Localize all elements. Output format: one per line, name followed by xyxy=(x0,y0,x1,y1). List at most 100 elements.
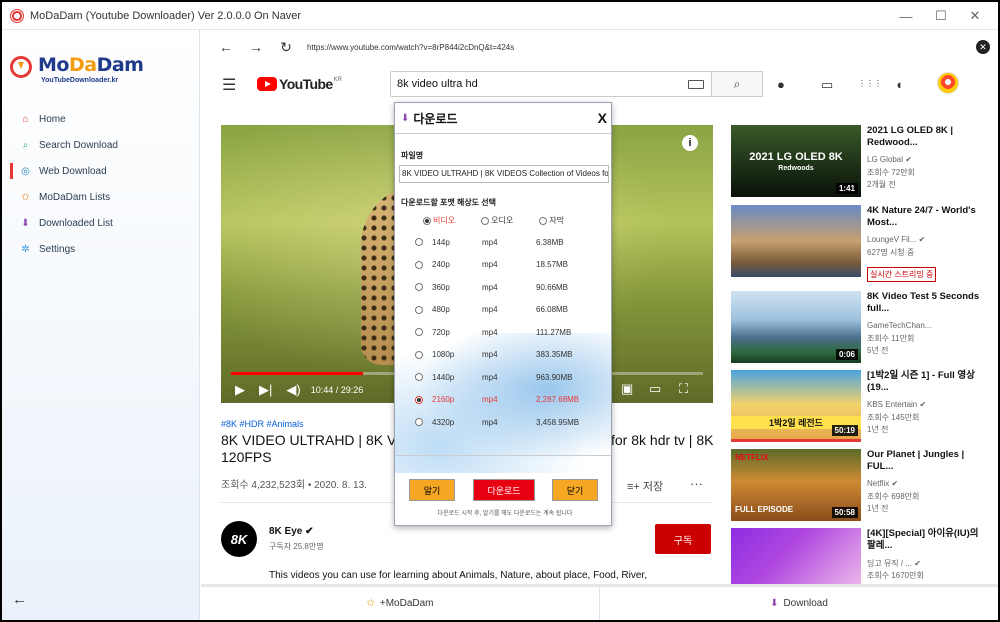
next-icon[interactable]: ▶| xyxy=(259,382,272,398)
hashtags[interactable]: #8K #HDR #Animals xyxy=(221,419,304,429)
bell-icon[interactable]: ◖ xyxy=(895,77,903,92)
youtube-search-input[interactable]: 8k video ultra hd xyxy=(390,71,712,97)
download-icon: ⬇ xyxy=(770,598,779,609)
related-title: [1박2일 시즌 1] - Full 영상 (19... xyxy=(867,370,975,393)
radio-button[interactable] xyxy=(415,373,423,382)
keyboard-icon[interactable] xyxy=(688,80,704,89)
youtube-header: ☰ YouTube KR 8k video ultra hd ⌕ ● ▭ ⋮⋮⋮… xyxy=(201,64,998,104)
more-options-icon[interactable]: ··· xyxy=(690,476,703,491)
sidebar-nav: ⌂ Home ⌕ Search Download ◎ Web Download ✩ MoDaD… xyxy=(10,106,195,262)
related-video[interactable]: 4K Nature 24/7 - World's Most... LoungeV… xyxy=(731,205,981,282)
youtube-search-button[interactable]: ⌕ xyxy=(711,71,763,97)
miniplayer-icon[interactable]: ▣ xyxy=(621,381,633,397)
mic-icon[interactable]: ● xyxy=(777,77,785,92)
radio-button[interactable] xyxy=(415,305,423,314)
radio-button[interactable] xyxy=(415,350,423,359)
apps-icon[interactable]: ⋮⋮⋮ xyxy=(858,79,882,88)
related-channel: 딩고 뮤직 / ... ✔ xyxy=(867,559,921,568)
play-icon[interactable]: ▶ xyxy=(235,382,245,398)
filename-field[interactable]: 8K VIDEO ULTRAHD | 8K VIDEOS Collection … xyxy=(399,165,609,183)
resolution-format: mp4 xyxy=(482,395,498,405)
related-video[interactable]: NETFLIX FULL EPISODE 50:58 Our Planet | … xyxy=(731,449,981,525)
video-thumbnail[interactable]: 0:06 xyxy=(731,291,861,363)
download-dialog: ⬇ 다운로드 X 파일명 8K VIDEO ULTRAHD | 8K VIDEO… xyxy=(394,102,612,526)
resolution-row[interactable]: 1440p mp4 963.90MB xyxy=(395,366,611,389)
avatar[interactable] xyxy=(937,72,959,94)
info-button[interactable]: 알기 xyxy=(409,479,455,501)
back-arrow-icon[interactable]: ← xyxy=(12,591,27,608)
radio-button[interactable] xyxy=(415,418,423,427)
related-video[interactable]: [4K][Special] 아이유(IU)의 팔레... 딩고 뮤직 / ...… xyxy=(731,528,981,586)
maximize-button[interactable]: ☐ xyxy=(924,2,958,30)
sidebar-item-home[interactable]: ⌂ Home xyxy=(10,106,195,132)
close-button[interactable]: 닫기 xyxy=(552,479,598,501)
download-list-icon: ⬇ xyxy=(21,217,30,229)
radio-button[interactable] xyxy=(415,395,423,404)
radio-button[interactable] xyxy=(539,216,548,225)
resolution-row[interactable]: 4320p mp4 3,458.95MB xyxy=(395,411,611,434)
download-icon: ⬇ xyxy=(401,112,410,124)
browser-back-button[interactable]: ← xyxy=(211,39,241,55)
browser-reload-button[interactable]: ↻ xyxy=(271,39,301,56)
radio-button[interactable] xyxy=(415,328,423,337)
minimize-button[interactable]: — xyxy=(889,2,923,30)
radio-button[interactable] xyxy=(415,238,423,247)
url-field[interactable]: https://www.youtube.com/watch?v=8rP844i2… xyxy=(307,43,514,52)
related-title: 8K Video Test 5 Seconds full... xyxy=(867,291,980,314)
resolution-row[interactable]: 2160p mp4 2,287.68MB xyxy=(395,389,611,412)
sidebar-item-settings[interactable]: ✲ Settings xyxy=(10,236,195,262)
info-icon[interactable]: i xyxy=(682,135,698,151)
video-thumbnail[interactable]: 2021 LG OLED 8K Redwoods 1:41 xyxy=(731,125,861,197)
gear-icon: ✲ xyxy=(21,243,30,255)
related-age: 2개월 전 xyxy=(867,180,896,189)
video-thumbnail[interactable] xyxy=(731,205,861,277)
browser-forward-button[interactable]: → xyxy=(241,39,271,55)
close-page-button[interactable]: ✕ xyxy=(976,40,990,54)
download-button[interactable]: 다운로드 xyxy=(473,479,535,501)
radio-button[interactable] xyxy=(481,216,490,225)
theater-icon[interactable]: ▭ xyxy=(649,381,661,397)
video-thumbnail[interactable] xyxy=(731,528,861,586)
globe-icon: ◎ xyxy=(21,165,30,177)
create-video-icon[interactable]: ▭ xyxy=(821,77,833,93)
close-window-button[interactable]: ✕ xyxy=(958,2,992,30)
thumbnail-caption-2: Redwoods xyxy=(778,165,814,172)
format-type-option[interactable]: 오디오 xyxy=(481,215,513,226)
volume-icon[interactable]: ◀) xyxy=(286,382,300,398)
related-video[interactable]: 0:06 8K Video Test 5 Seconds full... Gam… xyxy=(731,291,981,367)
resolution-row[interactable]: 720p mp4 111.27MB xyxy=(395,321,611,344)
dialog-close-button[interactable]: X xyxy=(598,110,607,126)
radio-button[interactable] xyxy=(415,260,423,269)
resolution-label: 다운로드할 포맷 해상도 선택 xyxy=(401,198,496,207)
related-channel: GameTechChan... xyxy=(867,321,932,330)
format-type-option[interactable]: 자막 xyxy=(539,215,564,226)
resolution-row[interactable]: 1080p mp4 383.35MB xyxy=(395,344,611,367)
sidebar-item-downloaded-list[interactable]: ⬇ Downloaded List xyxy=(10,210,195,236)
resolution-row[interactable]: 480p mp4 66.08MB xyxy=(395,299,611,322)
channel-name[interactable]: 8K Eye ✔ xyxy=(269,526,314,537)
radio-button[interactable] xyxy=(423,216,431,225)
tab-modadam[interactable]: ✩ +MoDaDam xyxy=(201,587,599,620)
sidebar-item-web-download[interactable]: ◎ Web Download xyxy=(10,158,195,184)
resolution-row[interactable]: 360p mp4 90.66MB xyxy=(395,276,611,299)
fullscreen-icon[interactable]: ⛶ xyxy=(679,381,688,397)
related-video[interactable]: 2021 LG OLED 8K Redwoods 1:41 2021 LG OL… xyxy=(731,125,981,201)
related-video[interactable]: 1박2일 레전드 50:19 [1박2일 시즌 1] - Full 영상 (19… xyxy=(731,370,981,446)
save-button[interactable]: ≡+ 저장 xyxy=(627,478,663,494)
radio-button[interactable] xyxy=(415,283,423,292)
format-type-option[interactable]: 비디오 xyxy=(423,215,455,226)
video-thumbnail[interactable]: 1박2일 레전드 50:19 xyxy=(731,370,861,442)
resolution-row[interactable]: 240p mp4 18.57MB xyxy=(395,254,611,277)
resolution-row[interactable]: 144p mp4 6.38MB xyxy=(395,231,611,254)
youtube-logo[interactable]: YouTube KR xyxy=(257,76,342,92)
resolution-quality: 4320p xyxy=(432,417,455,427)
related-views: 조회수 72만회 xyxy=(867,168,915,177)
subscribe-button[interactable]: 구독 xyxy=(655,524,711,554)
menu-icon[interactable]: ☰ xyxy=(222,75,236,95)
sidebar-item-modadam-lists[interactable]: ✩ MoDaDam Lists xyxy=(10,184,195,210)
channel-avatar[interactable]: 8K xyxy=(221,521,257,557)
tab-download[interactable]: ⬇ Download xyxy=(599,587,998,620)
sidebar-item-search-download[interactable]: ⌕ Search Download xyxy=(10,132,195,158)
resolution-quality: 144p xyxy=(432,237,450,247)
video-thumbnail[interactable]: NETFLIX FULL EPISODE 50:58 xyxy=(731,449,861,521)
